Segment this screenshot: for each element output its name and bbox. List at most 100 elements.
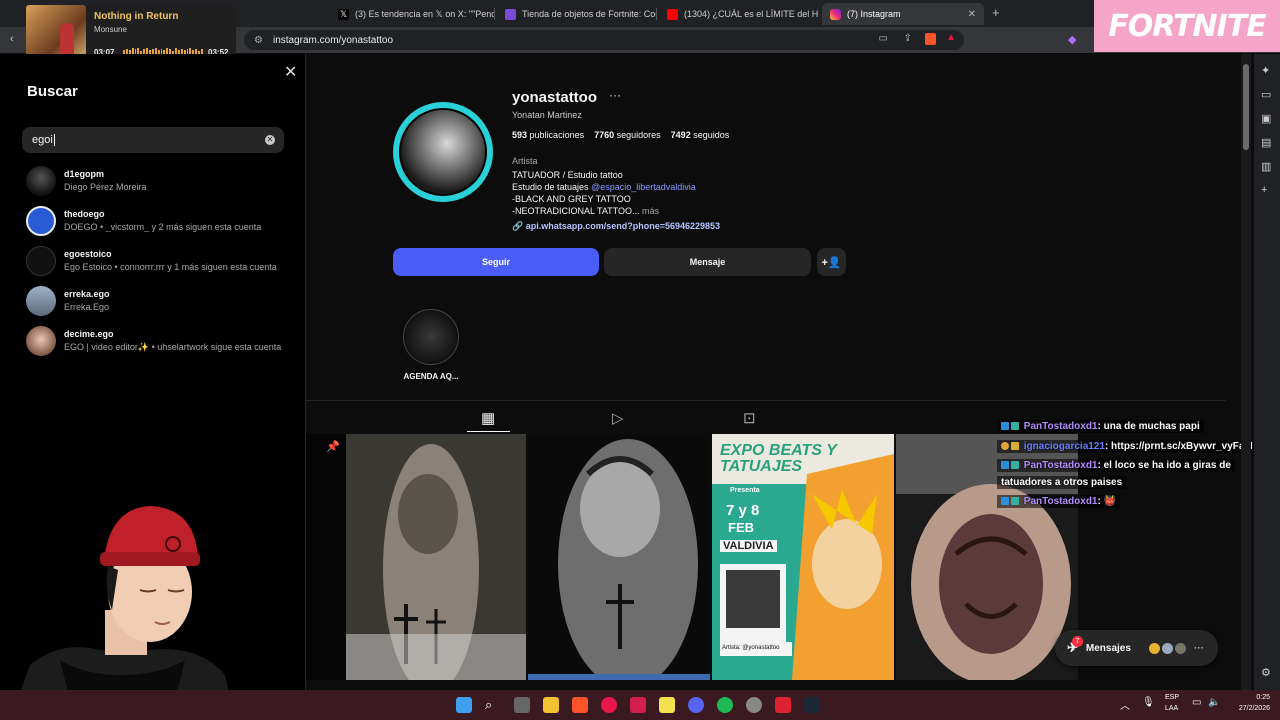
result-subtitle: Diego Pérez Moreira [64, 182, 147, 192]
back-icon[interactable]: ‹ [10, 33, 14, 45]
follow-button[interactable]: Seguir [393, 248, 599, 276]
active-tab-indicator [467, 431, 510, 432]
sticky-notes-icon[interactable] [659, 697, 675, 713]
reading-list-icon[interactable]: ▭ [1261, 88, 1271, 101]
tab-separator [494, 8, 495, 20]
search-icon[interactable]: ⌕ [485, 697, 501, 713]
discord-icon[interactable] [688, 697, 704, 713]
clear-search-icon[interactable]: ✕ [265, 135, 275, 145]
gear-icon[interactable]: ⚙ [1261, 666, 1271, 679]
search-result-item[interactable]: erreka.ego Erreka.Ego [26, 286, 296, 318]
search-result-item[interactable]: egoestoico Ego Estoico • connorrr.rrr y … [26, 246, 296, 278]
browser-tab-instagram[interactable]: (7) Instagram ✕ [822, 3, 984, 25]
task-view-icon[interactable] [514, 697, 530, 713]
post-thumbnail[interactable]: EXPO BEATS Y TATUAJES Presenta 7 y 8 FEB… [712, 434, 894, 680]
chat-message: PanTostadoxd1: una de muchas papi [997, 420, 1204, 433]
result-username: decime.ego [64, 329, 114, 339]
media-player-icon[interactable] [601, 697, 617, 713]
add-panel-icon[interactable]: + [1261, 184, 1267, 196]
clock-time[interactable]: 0:25 [1228, 694, 1270, 701]
more-options-icon[interactable]: ··· [609, 88, 621, 102]
chat-text: : 👹 [1097, 496, 1117, 507]
close-icon[interactable]: ✕ [284, 62, 297, 82]
bookmarks-icon[interactable]: ▤ [1261, 136, 1271, 149]
search-input[interactable]: egoi ✕ [22, 127, 284, 153]
suggested-users-button[interactable]: +👤 [817, 248, 846, 276]
avatar [1161, 642, 1173, 654]
tray-chevron-icon[interactable]: ︿ [1120, 697, 1130, 712]
close-tab-icon[interactable]: ✕ [968, 9, 976, 20]
bio-more-link[interactable]: más [642, 206, 659, 216]
search-result-item[interactable]: d1egopm Diego Pérez Moreira [26, 166, 296, 198]
story-highlight[interactable] [403, 309, 459, 365]
network-icon[interactable]: ▭ [1192, 697, 1201, 708]
result-subtitle: Erreka.Ego [64, 302, 110, 312]
x-icon: 𝕏 [338, 8, 349, 20]
bio-line: Estudio de tatuajes @espacio_libertadval… [512, 182, 696, 192]
tab-tagged[interactable]: ⊡ [743, 409, 756, 427]
tab-posts[interactable]: ▦ [481, 409, 495, 427]
profile-category: Artista [512, 156, 538, 166]
result-subtitle: DOEGO • _vicstorm_ y 2 más siguen esta c… [64, 222, 262, 232]
file-explorer-icon[interactable] [543, 697, 559, 713]
tattoo-image [306, 434, 526, 680]
messages-badge: 7 [1072, 636, 1083, 647]
app-icon[interactable] [630, 697, 646, 713]
search-result-item[interactable]: thedoego DOEGO • _vicstorm_ y 2 más sigu… [26, 206, 296, 238]
brave-rewards-icon[interactable]: ▲ [946, 32, 956, 43]
following-stat[interactable]: 7492 seguidos [671, 130, 730, 140]
browser-tab-x[interactable]: 𝕏 (3) Es tendencia en 𝕏 on X: ""Pendejo [330, 3, 495, 25]
search-result-item[interactable]: decime.ego EGO | video editor✨ • uhselar… [26, 326, 296, 358]
address-bar[interactable]: ⚙ instagram.com/yonastattoo ▭ ⇪ ▲ [244, 30, 964, 50]
badge-icon [1011, 422, 1019, 431]
riot-icon[interactable] [775, 697, 791, 713]
browser-tab-youtube[interactable]: (1304) ¿CUÁL es el LÍMITE del HUMO [659, 3, 819, 25]
bio-line: TATUADOR / Estudio tattoo [512, 170, 623, 180]
mention-link[interactable]: @espacio_libertadvaldivia [591, 182, 696, 192]
new-tab-icon[interactable]: + [992, 5, 1000, 20]
keyboard-layout[interactable]: LAA [1165, 705, 1178, 712]
post-thumbnail[interactable]: 📌 [306, 434, 526, 680]
ai-assistant-icon[interactable]: ✦ [1261, 64, 1270, 77]
youtube-icon [667, 8, 678, 20]
cast-icon[interactable]: ▭ [879, 33, 888, 44]
message-button[interactable]: Mensaje [604, 248, 811, 276]
wallet-icon[interactable]: ▣ [1261, 112, 1271, 125]
result-username: thedoego [64, 209, 105, 219]
clock-date[interactable]: 27/2/2026 [1222, 705, 1270, 712]
reels-icon: ▷ [612, 410, 624, 427]
avatar [26, 206, 56, 236]
bio-line: -BLACK AND GREY TATTOO [512, 194, 631, 204]
badge-icon [1001, 497, 1009, 506]
profile-stats: 593 publicaciones 7760 seguidores 7492 s… [512, 130, 729, 140]
url-text: instagram.com/yonastattoo [272, 34, 394, 46]
instagram-icon [830, 8, 841, 20]
chat-message-continuation: tatuadores a otros paises [997, 476, 1127, 489]
language-indicator[interactable]: ESP [1165, 694, 1179, 701]
history-icon[interactable]: ▥ [1261, 160, 1271, 173]
spotify-icon[interactable] [717, 697, 733, 713]
post-thumbnail[interactable]: 📌 [528, 434, 710, 680]
brave-icon[interactable] [572, 697, 588, 713]
poster-city: VALDIVIA [720, 540, 777, 552]
followers-stat[interactable]: 7760 seguidores [594, 130, 661, 140]
scrollbar-thumb[interactable] [1243, 64, 1249, 150]
share-icon[interactable]: ⇪ [904, 33, 912, 44]
extension-icon[interactable]: ◆ [1068, 33, 1076, 46]
fortnite-icon [505, 8, 516, 20]
obs-icon[interactable] [746, 697, 762, 713]
brave-shield-icon[interactable] [925, 33, 936, 45]
steam-icon[interactable] [804, 697, 820, 713]
poster-artist: Artista: @yonastattoo [722, 645, 780, 651]
microphone-icon[interactable]: 🎙 [1142, 697, 1155, 708]
start-icon[interactable] [456, 697, 472, 713]
chat-username: PanTostadoxd1 [1023, 421, 1098, 432]
site-settings-icon[interactable]: ⚙ [254, 35, 263, 46]
browser-sidebar: ✦ ▭ ▣ ▤ ▥ + ⚙ [1254, 54, 1280, 690]
volume-icon[interactable]: 🔈 [1208, 697, 1220, 708]
profile-link[interactable]: 🔗 api.whatsapp.com/send?phone=5694622985… [512, 221, 720, 232]
profile-picture[interactable] [399, 108, 487, 196]
browser-tab-fortnite[interactable]: Tienda de objetos de Fortnite: Conten [497, 3, 657, 25]
tab-label: (3) Es tendencia en 𝕏 on X: ""Pendejo [355, 8, 495, 19]
tab-reels[interactable]: ▷ [612, 409, 624, 427]
